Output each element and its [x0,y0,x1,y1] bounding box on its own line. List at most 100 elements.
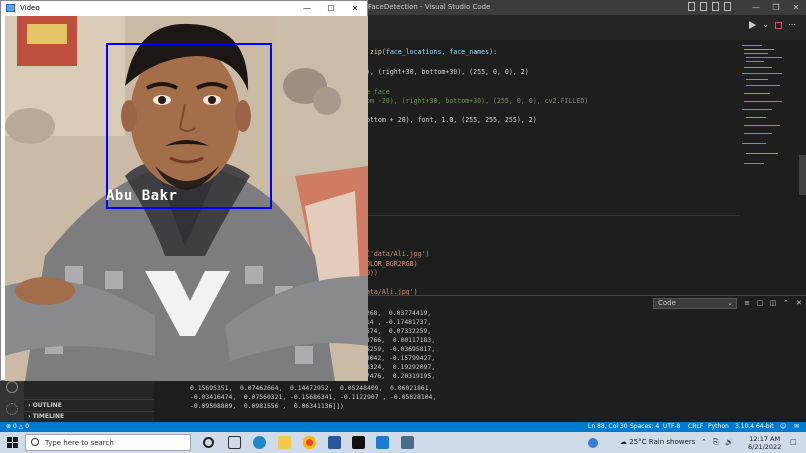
weather-text: 25°C Rain showers [629,438,696,446]
close-panel-icon[interactable]: ✕ [795,299,803,307]
video-window-controls: — ☐ ✕ [295,1,367,16]
output-line: 78766, 0.00117183, [362,336,436,344]
clock-time: 12:17 AM [749,435,781,443]
output-line: -0.03416474, 0.07560321, -0.15686341, -0… [190,393,437,401]
notification-center-icon[interactable]: □ [790,438,797,446]
webcam-frame: Abu Bakr [5,16,368,381]
warning-count: 0 [25,423,30,430]
task-view-icon[interactable] [228,436,241,449]
maximize-panel-icon[interactable]: ⌃ [782,299,790,307]
clock-date: 6/21/2022 [748,443,782,451]
video-maximize-button[interactable]: ☐ [319,1,343,16]
people-icon[interactable] [588,438,598,448]
python-interpreter[interactable]: 3.10.4 64-bit [735,423,774,430]
video-close-button[interactable]: ✕ [343,1,367,16]
chrome-icon[interactable] [303,436,316,449]
app-window-icon [6,4,15,12]
search-placeholder: Type here to search [45,439,114,447]
customize-layout-icon[interactable] [724,2,731,11]
search-icon [31,438,39,446]
output-line: 214 , -0.17481737, [362,318,432,326]
accounts-icon[interactable] [6,381,18,393]
vscode-window-controls: — ❐ ✕ [746,0,806,15]
filter-icon[interactable]: ≡ [743,299,751,307]
code-line[interactable]: bottom + 20), font, 1.0, (255, 255, 255)… [362,116,537,124]
outline-section[interactable]: › OUTLINE [28,402,62,409]
notifications-icon[interactable]: ✉ [794,423,799,430]
output-channel-select[interactable]: Code ⌄ [653,298,737,309]
code-line[interactable]: n zip(face_locations, face_names): [362,48,497,56]
video-window-title: Video [20,4,40,12]
python-window-icon[interactable] [401,436,414,449]
output-line: 2268, 0.03774419, [362,309,432,317]
close-button[interactable]: ✕ [786,0,806,15]
volume-icon[interactable]: 🔊 [725,438,734,446]
network-icon[interactable]: ⎘ [713,438,719,447]
run-dropdown-icon[interactable]: ⌄ [762,21,769,29]
cursor-position[interactable]: Ln 88, Col 30 [588,423,628,430]
editor-actions: ⌄ ⋯ [749,21,796,29]
layout-controls [688,2,731,11]
explorer-sidebar: › OUTLINE › TIMELINE [24,380,154,422]
lock-icon[interactable]: □ [756,299,764,307]
stop-icon[interactable] [775,21,782,29]
file-explorer-icon[interactable] [278,436,291,449]
output-line: 37476, 0.20319195, [362,372,436,380]
sidebar-divider [24,411,154,412]
problems-indicator[interactable]: ⊗ 0 △ 0 [6,423,29,430]
terminal-icon[interactable] [352,436,365,449]
restore-button[interactable]: ❐ [766,0,786,15]
minimap[interactable] [740,43,798,173]
video-window: Video — ☐ ✕ Abu Bakr [0,0,368,381]
video-minimize-button[interactable]: — [295,1,319,16]
timeline-section[interactable]: › TIMELINE [28,413,64,420]
taskbar-search[interactable]: Type here to search [25,434,191,451]
edge-browser-icon[interactable] [253,436,266,449]
output-line: -0.09508809, 0.0981556 , 0.06341136]]) [190,402,344,410]
toggle-secondary-sidebar-icon[interactable] [712,2,719,11]
more-actions-icon[interactable]: ⋯ [788,21,796,29]
activity-bar [0,380,24,422]
output-line: 88324, 0.19292097, [362,363,436,371]
toggle-sidebar-icon[interactable] [688,2,695,11]
line-endings[interactable]: CRLF [688,423,703,430]
manage-gear-icon[interactable] [6,403,18,415]
timeline-label: TIMELINE [32,413,65,420]
code-line[interactable]: e('data/Ali.jpg') [362,250,430,258]
vscode-icon[interactable] [376,436,389,449]
editor-scrollbar[interactable] [799,155,806,195]
cortana-icon[interactable] [203,437,214,448]
video-titlebar[interactable]: Video — ☐ ✕ [1,1,367,16]
toggle-panel-icon[interactable] [700,2,707,11]
chevron-down-icon: ⌄ [727,299,733,307]
sidebar-divider [24,399,154,400]
output-line: 05259, -0.03695817, [362,345,436,353]
status-bar: ⊗ 0 △ 0 Ln 88, Col 30 Spaces: 4 UTF-8 CR… [0,422,806,432]
run-icon[interactable] [749,21,757,29]
clear-output-icon[interactable]: ◫ [769,299,777,307]
desktop: FaceDetection - Visual Studio Code — ❐ ✕… [0,0,806,453]
code-line[interactable]: tom -20), (right+30, bottom+30), (255, 0… [362,97,588,105]
show-hidden-icons[interactable]: ⌃ [701,438,707,446]
system-clock[interactable]: 12:17 AM 6/21/2022 [748,435,781,451]
panel-actions: ≡ □ ◫ ⌃ ✕ [743,299,803,307]
face-bounding-box [106,43,272,209]
weather-widget[interactable]: ☁ 25°C Rain showers [620,438,695,446]
encoding[interactable]: UTF-8 [663,423,681,430]
output-line: 03042, -0.15799427, [362,354,436,362]
store-icon[interactable] [328,436,341,449]
output-line: 2574, 0.07332259, [362,327,432,335]
minimize-button[interactable]: — [746,0,766,15]
output-channel-value: Code [658,299,676,307]
indentation[interactable]: Spaces: 4 [630,423,659,430]
outline-label: OUTLINE [32,402,62,409]
code-line[interactable]: 0), (right+30, bottom+30), (255, 0, 0), … [362,68,529,76]
language-mode[interactable]: Python [708,423,729,430]
windows-taskbar: Type here to search ☁ 25°C Rain showers … [0,432,806,453]
start-windows-icon[interactable] [7,437,18,448]
editor-divider [362,215,740,216]
error-count: 0 [12,423,17,430]
vscode-window-title: FaceDetection - Visual Studio Code [368,3,491,11]
feedback-icon[interactable]: ☺ [780,423,786,430]
code-line[interactable]: COLOR_BGR2RGB) [362,260,418,268]
